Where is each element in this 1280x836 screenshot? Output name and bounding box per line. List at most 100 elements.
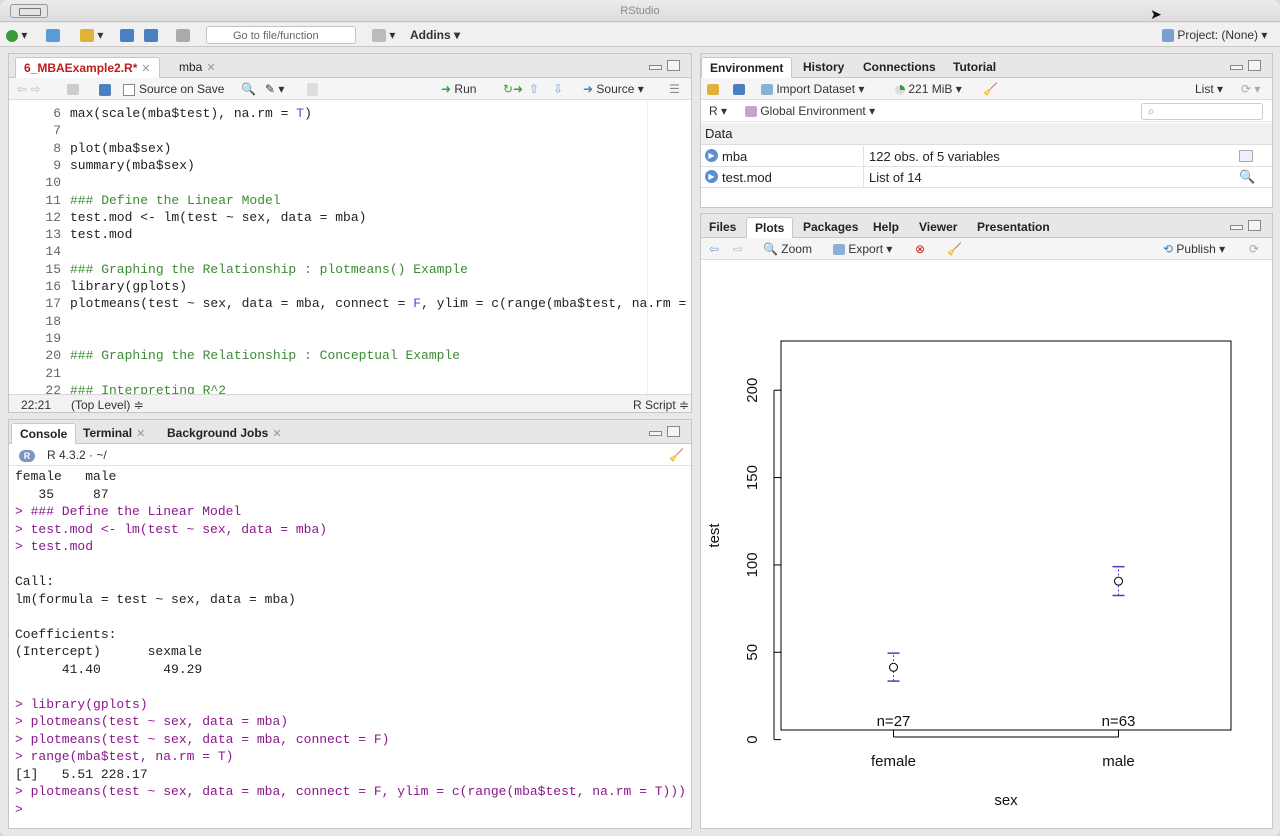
zoom-button[interactable]: 🔍 Zoom — [763, 241, 812, 257]
plot-viewer: 0 50 100 150 200 female male sex test n=27 n=63 — [701, 262, 1272, 828]
y-tick-label: 0 — [744, 735, 761, 743]
tab-mba[interactable]: mba ✕ — [171, 57, 224, 78]
scope-selector[interactable]: Global Environment ▾ — [745, 103, 875, 119]
tab-viewer[interactable]: Viewer — [911, 217, 965, 238]
source-on-save-checkbox[interactable]: Source on Save — [123, 81, 224, 97]
line-number: 12 — [45, 209, 61, 225]
save-icon[interactable] — [99, 81, 111, 97]
pane-window-controls[interactable] — [649, 426, 683, 438]
code-line[interactable]: plot(mba$sex) — [70, 140, 171, 157]
console-output[interactable]: female male 35 87 > ### Define the Linear… — [9, 468, 691, 828]
remove-plot-icon[interactable]: ⊗ — [915, 241, 925, 257]
tab-files[interactable]: Files — [701, 217, 744, 238]
refresh-icon[interactable]: ⟳ ▾ — [1241, 81, 1260, 97]
line-number: 13 — [45, 227, 61, 243]
load-workspace-icon[interactable] — [707, 81, 719, 97]
grid-layout-icon[interactable]: ▾ — [372, 26, 395, 44]
sidebar-toggle-button[interactable] — [10, 4, 48, 18]
new-file-icon[interactable]: ▾ — [6, 26, 27, 44]
new-project-icon[interactable] — [46, 26, 60, 44]
x-axis-label: sex — [994, 792, 1018, 809]
refresh-icon[interactable]: ⟳ — [1249, 241, 1259, 257]
code-line[interactable]: plotmeans(test ~ sex, data = mba, connec… — [70, 295, 691, 312]
tab-connections[interactable]: Connections — [855, 57, 944, 78]
line-number: 21 — [45, 365, 61, 381]
memory-usage[interactable]: 221 MiB ▾ — [895, 81, 962, 97]
code-editor[interactable]: 6 max(scale(mba$test), na.rm = T) 7 8 plot(m… — [9, 101, 691, 412]
environment-search-input[interactable]: ⌕ — [1141, 103, 1263, 120]
pane-window-controls[interactable] — [1230, 220, 1264, 232]
code-line[interactable]: test.mod — [70, 226, 132, 243]
inspect-icon[interactable]: 🔍 — [1239, 169, 1255, 185]
expand-icon[interactable]: ▶ — [705, 170, 718, 183]
tab-history[interactable]: History — [795, 57, 852, 78]
code-line[interactable]: ### Define the Linear Model — [70, 192, 281, 209]
outline-icon[interactable]: ☰ — [669, 81, 680, 97]
project-menu[interactable]: Project: (None) ▾ — [1162, 26, 1267, 44]
run-button[interactable]: ➜ Run — [441, 81, 476, 97]
pane-window-controls[interactable] — [649, 60, 683, 72]
x-tick-label: male — [1102, 753, 1135, 770]
tab-tutorial[interactable]: Tutorial — [945, 57, 1004, 78]
expand-icon[interactable]: ▶ — [705, 149, 718, 162]
clear-workspace-icon[interactable]: 🧹 — [983, 81, 998, 97]
tab-help[interactable]: Help — [865, 217, 907, 238]
search-icon[interactable]: 🔍 — [241, 81, 256, 97]
code-line[interactable]: max(scale(mba$test), na.rm = T) — [70, 105, 312, 122]
save-workspace-icon[interactable] — [733, 81, 745, 97]
list-view-selector[interactable]: List ▾ — [1195, 81, 1223, 97]
language-selector[interactable]: R ▾ — [709, 103, 727, 119]
y-tick-label: 200 — [744, 378, 761, 403]
line-number: 7 — [53, 123, 61, 139]
code-line[interactable]: ### Graphing the Relationship : plotmean… — [70, 261, 468, 278]
tab-presentation[interactable]: Presentation — [969, 217, 1058, 238]
rerun-icon[interactable]: ↻➜ — [503, 81, 523, 97]
environment-tabbar: Environment History Connections Tutorial — [701, 54, 1272, 78]
go-down-icon[interactable]: ⇩ — [553, 81, 563, 97]
clear-console-icon[interactable]: 🧹 — [669, 447, 684, 463]
count-label: n=27 — [877, 713, 911, 730]
save-icon[interactable] — [120, 26, 134, 44]
environment-row-mba[interactable]: ▶ mba 122 obs. of 5 variables — [701, 146, 1272, 167]
tab-6-mbaexample2[interactable]: 6_MBAExample2.R* ✕ — [15, 57, 160, 78]
code-line[interactable]: summary(mba$sex) — [70, 157, 195, 174]
tab-environment[interactable]: Environment — [701, 57, 793, 78]
scope-selector[interactable]: (Top Level) ≑ — [71, 398, 144, 412]
goto-file-input[interactable]: Go to file/function — [206, 26, 356, 44]
file-type-selector[interactable]: R Script ≑ — [633, 398, 689, 412]
pane-window-controls[interactable] — [1230, 60, 1264, 72]
console-output-line: lm(formula = test ~ sex, data = mba) — [15, 591, 296, 607]
show-in-window-icon[interactable] — [67, 81, 79, 97]
console-output-line: 41.40 49.29 — [15, 661, 203, 677]
environment-row-test-mod[interactable]: ▶ test.mod List of 14 🔍 — [701, 167, 1272, 188]
clear-plots-icon[interactable]: 🧹 — [947, 241, 962, 257]
save-all-icon[interactable] — [144, 26, 158, 44]
publish-button[interactable]: ⟲ Publish ▾ — [1163, 241, 1225, 257]
code-line[interactable]: test.mod <- lm(test ~ sex, data = mba) — [70, 209, 366, 226]
back-forward-icon[interactable]: ⇦ ⇨ — [17, 81, 40, 97]
tab-plots[interactable]: Plots — [746, 217, 794, 238]
compile-report-icon[interactable] — [307, 81, 318, 97]
code-line[interactable]: library(gplots) — [70, 278, 187, 295]
tab-console[interactable]: Console — [11, 423, 77, 444]
go-up-icon[interactable]: ⇧ — [529, 81, 539, 97]
print-icon[interactable] — [176, 26, 190, 44]
open-file-icon[interactable]: ▾ — [80, 26, 103, 44]
code-line[interactable]: ### Graphing the Relationship : Conceptu… — [70, 347, 460, 364]
console-command: > test.mod — [15, 539, 94, 554]
addins-menu[interactable]: Addins ▾ — [410, 26, 460, 44]
line-number: 18 — [45, 313, 61, 329]
table-view-icon[interactable] — [1239, 150, 1253, 162]
import-dataset-button[interactable]: Import Dataset ▾ — [761, 81, 864, 97]
source-button[interactable]: ➜ Source ▾ — [583, 81, 644, 97]
tab-background-jobs[interactable]: Background Jobs ✕ — [159, 423, 290, 444]
export-button[interactable]: Export ▾ — [833, 241, 892, 257]
next-plot-icon[interactable]: ⇨ — [733, 241, 743, 257]
tab-terminal[interactable]: Terminal ✕ — [75, 423, 153, 444]
mouse-cursor-icon: ➤ — [1150, 6, 1162, 22]
previous-plot-icon[interactable]: ⇦ — [709, 241, 719, 257]
code-tools-icon[interactable]: ✎ ▾ — [265, 81, 284, 97]
plots-pane: Files Plots Packages Help Viewer Present… — [700, 213, 1273, 829]
tab-packages[interactable]: Packages — [795, 217, 866, 238]
mean-point — [1114, 576, 1123, 586]
